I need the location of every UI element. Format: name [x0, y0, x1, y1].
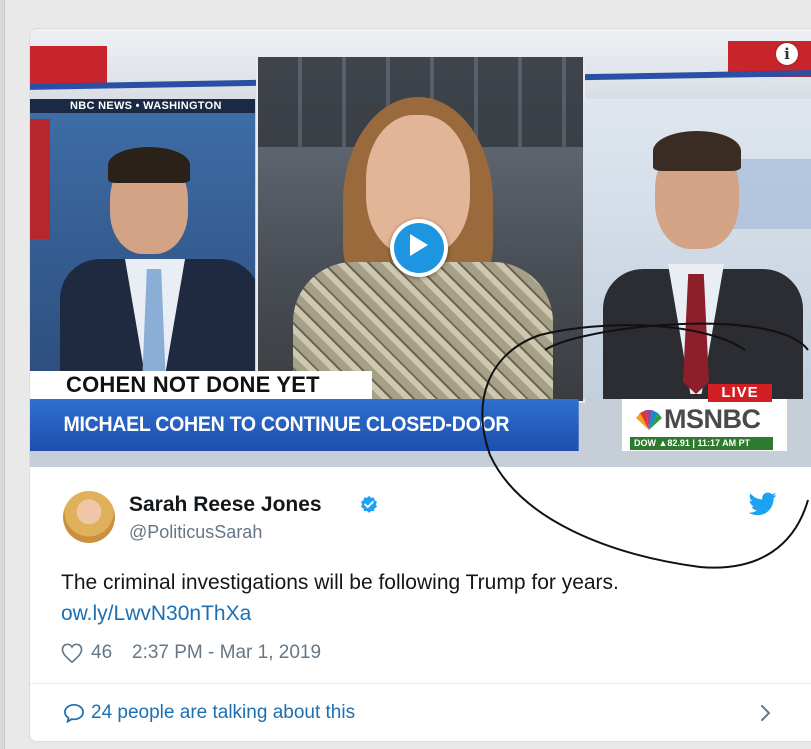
play-icon — [410, 234, 428, 256]
play-button[interactable] — [390, 219, 448, 277]
avatar[interactable] — [63, 491, 115, 543]
page-left-rail — [0, 0, 5, 749]
banner-headline: COHEN NOT DONE YET — [30, 371, 372, 399]
conversation-link[interactable]: 24 people are talking about this — [91, 702, 355, 724]
chevron-right-icon[interactable] — [760, 704, 772, 722]
divider — [30, 683, 811, 684]
guest-hair — [108, 147, 190, 183]
embedded-tweet-card: i NBC NEWS • WASHINGTON COHEN NOT DONE Y… — [29, 28, 811, 742]
studio-sign — [30, 119, 50, 239]
live-badge: LIVE — [708, 384, 772, 402]
speech-bubble-icon — [64, 703, 84, 723]
tweet-link[interactable]: ow.ly/LwvN30nThXa — [61, 602, 251, 626]
video-panel-right-guest — [583, 99, 811, 399]
display-name[interactable]: Sarah Reese Jones — [129, 493, 322, 517]
twitter-bird-icon[interactable] — [749, 492, 777, 516]
heart-icon[interactable] — [61, 643, 83, 663]
network-strip: NBC NEWS • WASHINGTON — [30, 99, 255, 113]
verified-badge-icon — [361, 495, 377, 513]
studio-red-panel-left — [30, 46, 107, 84]
tweet-timestamp[interactable]: 2:37 PM - Mar 1, 2019 — [132, 642, 321, 664]
info-icon[interactable]: i — [776, 43, 798, 65]
like-count[interactable]: 46 — [91, 642, 112, 664]
user-handle[interactable]: @PoliticusSarah — [129, 522, 262, 543]
guest-hair — [653, 131, 741, 171]
banner-subhead: MICHAEL COHEN TO CONTINUE CLOSED-DOOR TE… — [30, 399, 579, 467]
msnbc-logo: MSNBC — [664, 404, 761, 434]
video-panel-left-guest: NBC NEWS • WASHINGTON — [30, 99, 255, 399]
market-ticker: DOW ▲82.91 | 11:17 AM PT — [630, 437, 773, 450]
tweet-text: The criminal investigations will be foll… — [61, 571, 619, 594]
video-player[interactable]: i NBC NEWS • WASHINGTON COHEN NOT DONE Y… — [30, 29, 811, 467]
peacock-icon — [636, 410, 662, 430]
